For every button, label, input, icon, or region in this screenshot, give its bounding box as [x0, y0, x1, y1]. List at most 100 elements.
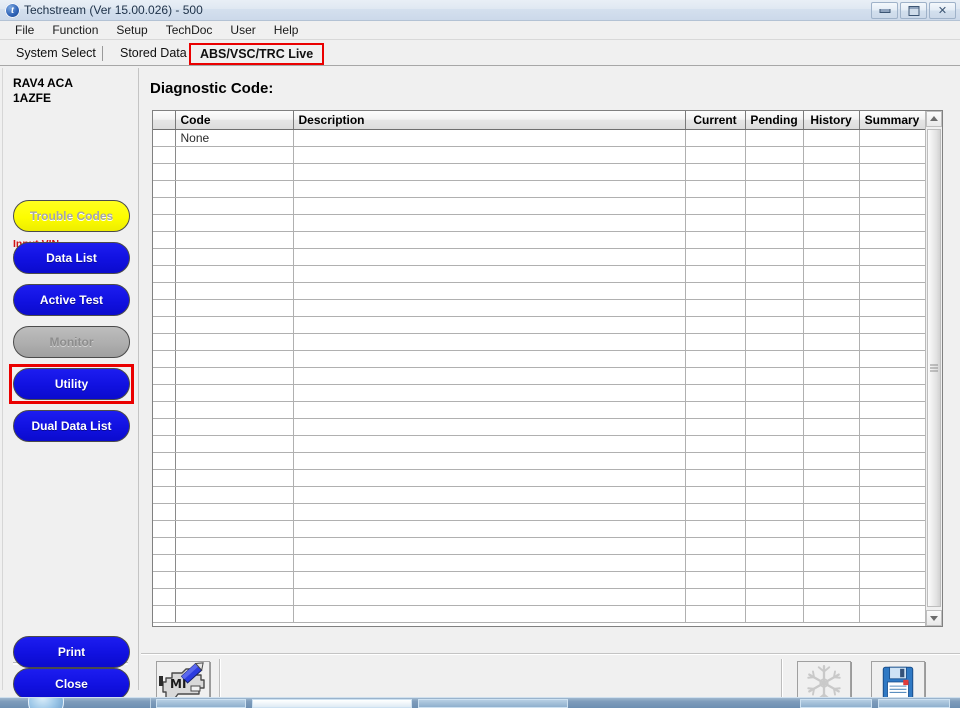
- table-row[interactable]: [153, 350, 926, 368]
- menu-item-help[interactable]: Help: [265, 22, 308, 38]
- row-selector-cell[interactable]: [153, 180, 176, 198]
- table-row[interactable]: [153, 537, 926, 555]
- table-cell: [685, 180, 746, 198]
- taskbar-item[interactable]: [252, 699, 412, 708]
- row-selector-cell[interactable]: [153, 401, 176, 419]
- table-row[interactable]: [153, 146, 926, 164]
- scroll-thumb[interactable]: [927, 129, 941, 607]
- sidebar-button-trouble-codes[interactable]: Trouble Codes: [13, 200, 130, 232]
- sidebar-button-utility[interactable]: Utility: [13, 368, 130, 400]
- table-row[interactable]: [153, 452, 926, 470]
- row-selector-cell[interactable]: [153, 537, 176, 555]
- menu-item-setup[interactable]: Setup: [107, 22, 156, 38]
- taskbar-item[interactable]: [156, 699, 246, 708]
- table-row[interactable]: [153, 214, 926, 232]
- tab-stored-data[interactable]: Stored Data: [110, 43, 197, 63]
- row-selector-cell[interactable]: [153, 282, 176, 300]
- table-row[interactable]: [153, 248, 926, 266]
- tab-abs-vsc-trc-live[interactable]: ABS/VSC/TRC Live: [189, 43, 325, 65]
- table-row[interactable]: [153, 520, 926, 538]
- table-row[interactable]: [153, 384, 926, 402]
- row-selector-cell[interactable]: [153, 469, 176, 487]
- table-row[interactable]: [153, 435, 926, 453]
- scroll-down-button[interactable]: [926, 610, 942, 626]
- table-row[interactable]: [153, 486, 926, 504]
- column-header-history[interactable]: History: [803, 111, 860, 130]
- menu-item-techdoc[interactable]: TechDoc: [157, 22, 222, 38]
- minimize-button[interactable]: [871, 2, 898, 19]
- sidebar-button-data-list[interactable]: Data List: [13, 242, 130, 274]
- column-header-description[interactable]: Description: [293, 111, 686, 130]
- close-button[interactable]: ✕: [929, 2, 956, 19]
- table-cell: [685, 231, 746, 249]
- row-selector-cell[interactable]: [153, 452, 176, 470]
- table-row[interactable]: [153, 180, 926, 198]
- row-selector-cell[interactable]: [153, 316, 176, 334]
- row-selector-cell[interactable]: [153, 486, 176, 504]
- table-row[interactable]: [153, 231, 926, 249]
- row-selector-cell[interactable]: [153, 418, 176, 436]
- row-selector-cell[interactable]: [153, 384, 176, 402]
- table-cell: [685, 469, 746, 487]
- row-selector-cell[interactable]: [153, 435, 176, 453]
- row-selector-cell[interactable]: [153, 333, 176, 351]
- tab-system-select[interactable]: System Select: [6, 43, 106, 63]
- taskbar-item[interactable]: [878, 699, 950, 708]
- row-selector-cell[interactable]: [153, 605, 176, 623]
- menu-item-function[interactable]: Function: [43, 22, 107, 38]
- table-cell: [803, 282, 860, 300]
- table-row[interactable]: [153, 163, 926, 181]
- maximize-button[interactable]: [900, 2, 927, 19]
- table-row[interactable]: [153, 282, 926, 300]
- row-selector-cell[interactable]: [153, 588, 176, 606]
- row-selector-cell[interactable]: [153, 350, 176, 368]
- taskbar-item[interactable]: [800, 699, 872, 708]
- row-selector-cell[interactable]: [153, 265, 176, 283]
- row-selector-cell[interactable]: [153, 367, 176, 385]
- row-selector-cell[interactable]: [153, 248, 176, 266]
- row-selector-cell[interactable]: [153, 163, 176, 181]
- column-header-code[interactable]: Code: [175, 111, 294, 130]
- start-orb-icon[interactable]: [28, 698, 64, 708]
- table-row[interactable]: [153, 401, 926, 419]
- table-row[interactable]: None: [153, 129, 926, 147]
- table-row[interactable]: [153, 299, 926, 317]
- table-cell: [175, 384, 294, 402]
- row-selector-cell[interactable]: [153, 231, 176, 249]
- row-selector-cell[interactable]: [153, 571, 176, 589]
- row-selector-cell[interactable]: [153, 214, 176, 232]
- table-row[interactable]: [153, 197, 926, 215]
- column-header-rownum[interactable]: [153, 111, 176, 130]
- table-row[interactable]: [153, 469, 926, 487]
- table-cell: [745, 384, 804, 402]
- row-selector-cell[interactable]: [153, 503, 176, 521]
- column-header-pending[interactable]: Pending: [745, 111, 804, 130]
- table-row[interactable]: [153, 418, 926, 436]
- sidebar-button-active-test[interactable]: Active Test: [13, 284, 130, 316]
- menu-item-user[interactable]: User: [221, 22, 264, 38]
- row-selector-cell[interactable]: [153, 554, 176, 572]
- table-row[interactable]: [153, 333, 926, 351]
- taskbar-item[interactable]: [418, 699, 568, 708]
- scroll-up-button[interactable]: [926, 111, 942, 127]
- sidebar-button-close[interactable]: Close: [13, 668, 130, 700]
- table-row[interactable]: [153, 588, 926, 606]
- table-vertical-scrollbar[interactable]: [925, 111, 942, 626]
- table-row[interactable]: [153, 265, 926, 283]
- table-row[interactable]: [153, 571, 926, 589]
- table-row[interactable]: [153, 316, 926, 334]
- menu-item-file[interactable]: File: [6, 22, 43, 38]
- row-selector-cell[interactable]: [153, 129, 176, 147]
- row-selector-cell[interactable]: [153, 197, 176, 215]
- table-row[interactable]: [153, 367, 926, 385]
- table-row[interactable]: [153, 503, 926, 521]
- row-selector-cell[interactable]: [153, 520, 176, 538]
- table-row[interactable]: [153, 554, 926, 572]
- column-header-summary[interactable]: Summary: [859, 111, 926, 130]
- sidebar-button-dual-data-list[interactable]: Dual Data List: [13, 410, 130, 442]
- table-row[interactable]: [153, 605, 926, 623]
- column-header-current[interactable]: Current: [685, 111, 746, 130]
- row-selector-cell[interactable]: [153, 146, 176, 164]
- sidebar-button-print[interactable]: Print: [13, 636, 130, 668]
- row-selector-cell[interactable]: [153, 299, 176, 317]
